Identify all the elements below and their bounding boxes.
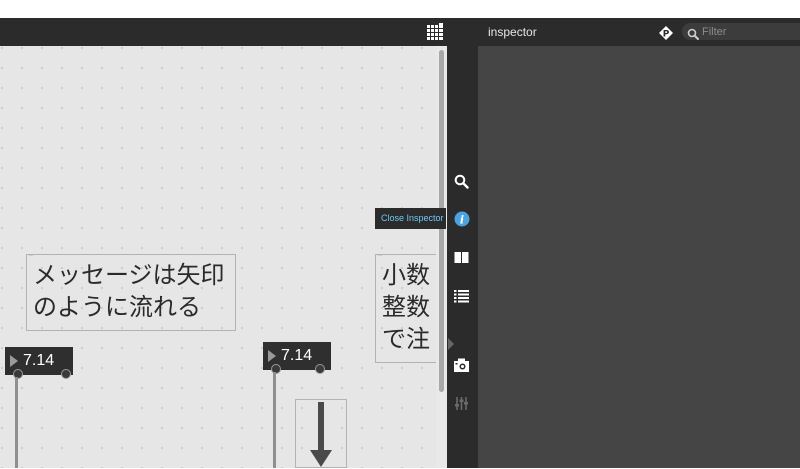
svg-text:P: P xyxy=(663,30,670,40)
inspector-header: inspector P xyxy=(476,18,800,46)
camera-icon[interactable] xyxy=(453,356,470,373)
vertical-scrollbar[interactable] xyxy=(436,46,447,468)
filter-input[interactable] xyxy=(700,23,800,40)
parameter-mode-icon[interactable]: P xyxy=(659,25,673,40)
inspector-filter-field[interactable] xyxy=(682,23,800,40)
comment-box-types[interactable]: 小数 整数 で注 xyxy=(375,254,436,363)
number-box-value: 7.14 xyxy=(23,352,55,369)
presentation-grid-icon[interactable] xyxy=(426,23,444,41)
list-icon[interactable] xyxy=(453,288,470,305)
number-box-outlet[interactable] xyxy=(61,369,71,379)
number-box[interactable]: 7.14 xyxy=(5,347,73,379)
number-box[interactable]: 7.14 xyxy=(263,342,331,374)
patcher-toolbar xyxy=(0,18,447,46)
number-box-value: 7.14 xyxy=(281,347,313,364)
mixer-icon[interactable] xyxy=(453,395,470,412)
comment-inlet[interactable] xyxy=(376,255,385,256)
number-box-triangle-icon xyxy=(10,355,18,367)
comment-box-flow[interactable]: メッセージは矢印 のように流れる xyxy=(26,254,236,331)
sidebar-toolbar: i xyxy=(447,18,476,468)
comment-line: 小数 xyxy=(382,261,430,289)
book-icon[interactable] xyxy=(453,249,470,266)
search-icon[interactable] xyxy=(453,173,470,190)
patch-cable[interactable] xyxy=(15,377,18,468)
number-box-triangle-icon xyxy=(268,350,276,362)
down-arrow-icon xyxy=(310,402,332,467)
comment-inlet[interactable] xyxy=(27,255,36,256)
number-box-outlet[interactable] xyxy=(315,364,325,374)
sidebar-collapse-arrow-icon[interactable] xyxy=(448,338,454,350)
inspector-body xyxy=(478,46,800,468)
info-icon[interactable]: i xyxy=(453,210,470,227)
comment-line: で注 xyxy=(382,325,430,353)
patcher-canvas[interactable]: メッセージは矢印 のように流れる 小数 整数 で注 7.14 7.14 xyxy=(0,46,436,468)
comment-line: 整数 xyxy=(382,293,430,321)
comment-line: のように流れる xyxy=(33,293,201,321)
patch-cable[interactable] xyxy=(273,372,276,468)
window-top-strip xyxy=(0,0,800,18)
down-arrow-panel[interactable] xyxy=(295,399,347,468)
comment-line: メッセージは矢印 xyxy=(33,261,225,289)
close-inspector-tooltip: Close Inspector xyxy=(375,208,446,229)
search-icon xyxy=(687,25,700,40)
inspector-title: inspector xyxy=(488,25,537,39)
svg-text:i: i xyxy=(459,213,463,226)
